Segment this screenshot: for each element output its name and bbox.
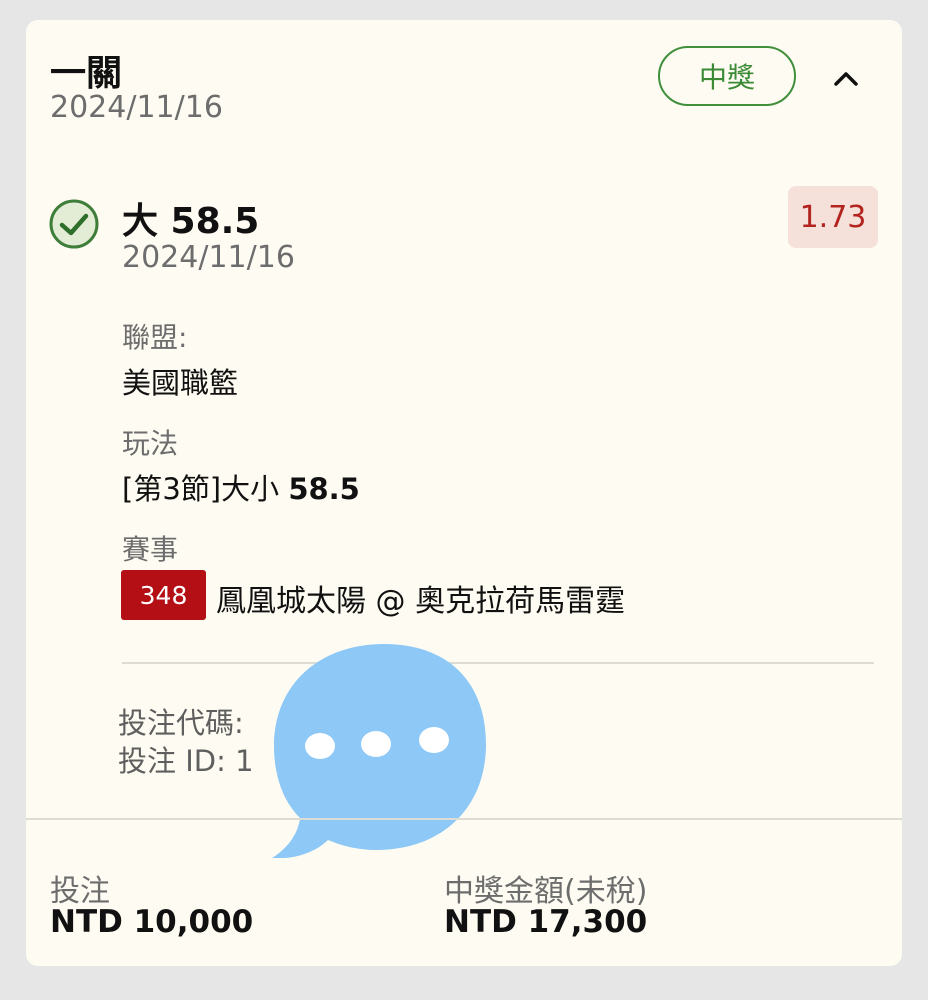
ticket-date: 2024/11/16 <box>50 90 223 125</box>
bet-type-title: 一關 <box>50 53 123 94</box>
market-prefix: [第3節]大小 <box>122 472 280 506</box>
chevron-up-icon <box>834 72 858 86</box>
stake-value: NTD 10,000 <box>50 904 254 940</box>
collapse-toggle-button[interactable] <box>826 58 866 98</box>
payout-value: NTD 17,300 <box>444 904 648 940</box>
event-id-badge: 348 <box>121 570 206 620</box>
check-circle-icon <box>49 199 99 249</box>
market-label: 玩法 <box>122 427 179 460</box>
event-name: 鳳凰城太陽 @ 奧克拉荷馬雷霆 <box>216 584 626 619</box>
bet-id-label: 投注 ID: 1 <box>118 744 254 778</box>
market-line: 58.5 <box>288 472 360 506</box>
footer-divider <box>26 818 902 820</box>
selection-pick: 大 58.5 <box>122 201 260 242</box>
league-value: 美國職籃 <box>122 366 239 400</box>
odds-badge: 1.73 <box>788 186 878 248</box>
selection-date: 2024/11/16 <box>122 240 295 275</box>
league-label: 聯盟: <box>122 321 188 354</box>
bet-code-label: 投注代碼: <box>118 706 244 740</box>
event-label: 賽事 <box>122 533 179 566</box>
market-value: [第3節]大小 58.5 <box>122 466 360 508</box>
chat-bubble-icon <box>272 644 486 858</box>
status-badge: 中獎 <box>658 46 796 106</box>
bet-ticket-card: 一關 2024/11/16 中獎 大 58.5 2024/11/16 1.73 … <box>26 20 902 966</box>
divider <box>122 662 874 664</box>
